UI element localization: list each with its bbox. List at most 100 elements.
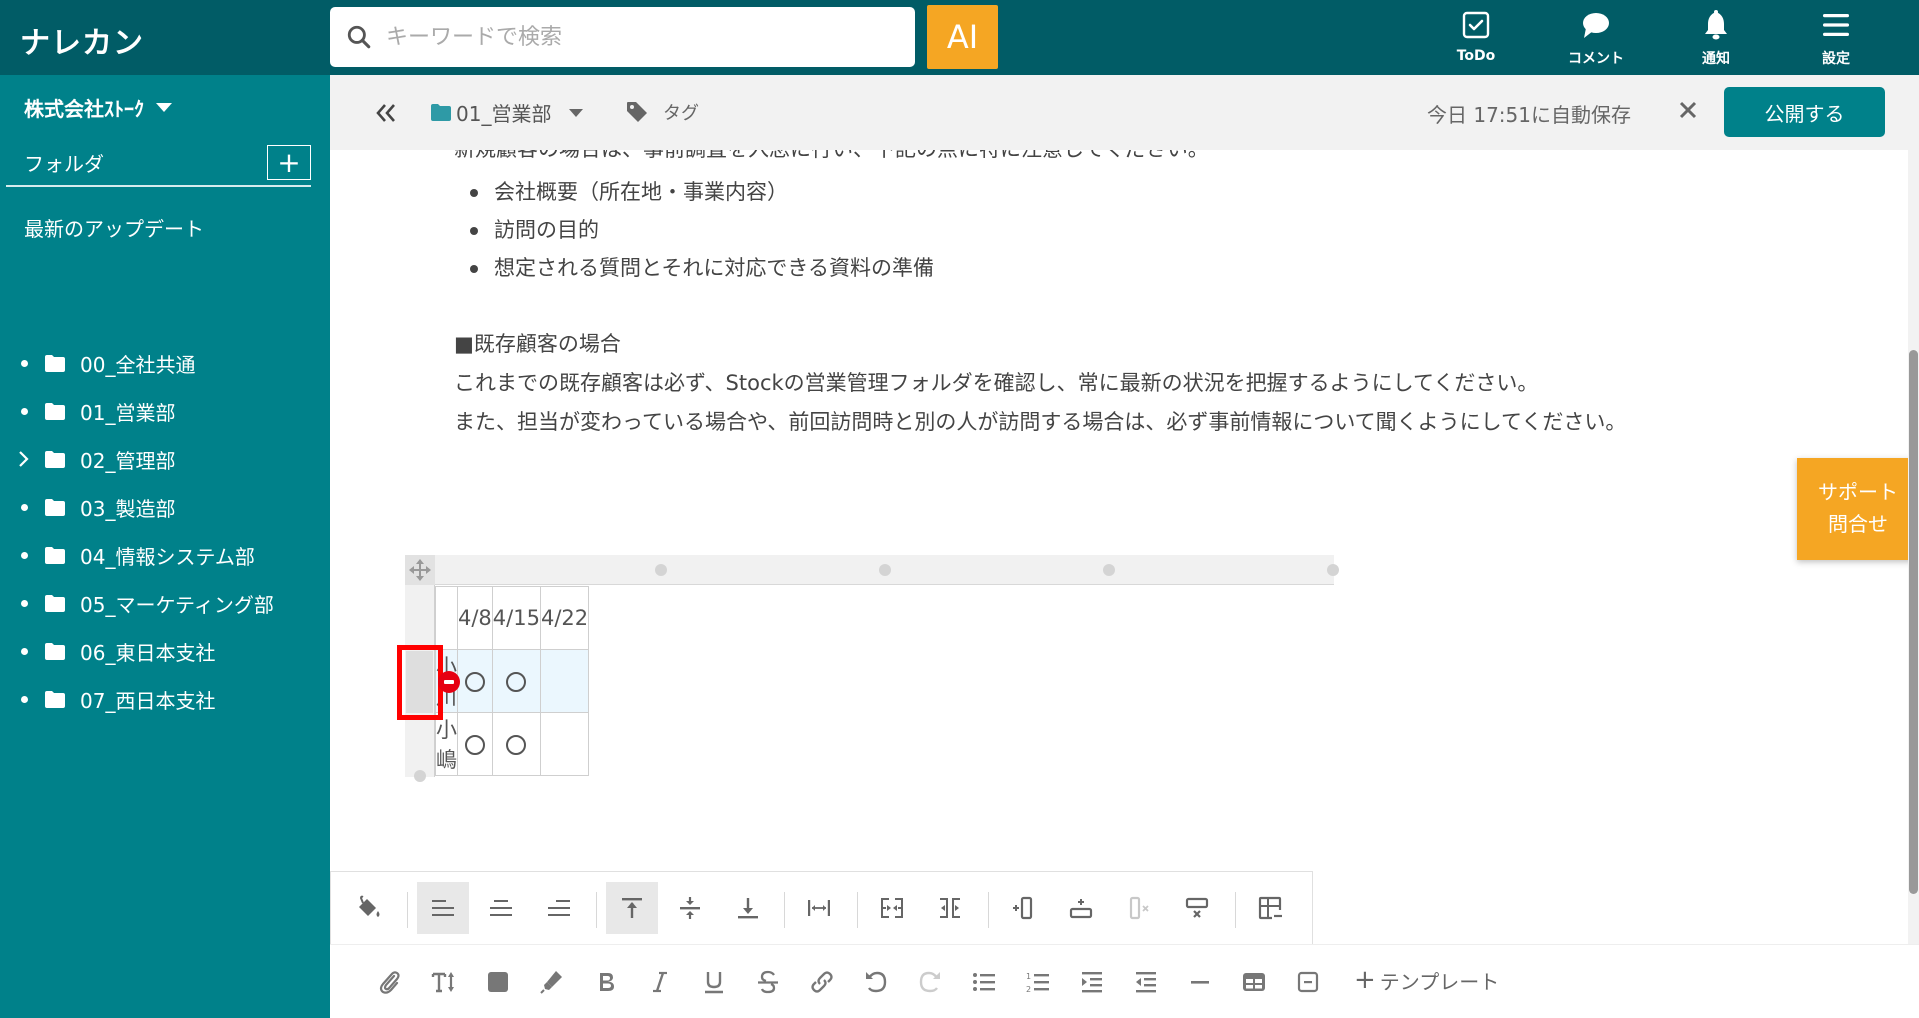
delete-table-button[interactable]	[1244, 882, 1296, 934]
settings-button[interactable]: 設定	[1786, 0, 1886, 75]
company-switcher[interactable]: 株式会社ｽﾄｰｸ	[24, 93, 172, 122]
chevron-right-icon[interactable]	[16, 449, 30, 469]
publish-button[interactable]: 公開する	[1724, 87, 1885, 137]
column-resize-handle[interactable]	[655, 564, 667, 576]
delete-column-button[interactable]	[1113, 882, 1165, 934]
column-width-button[interactable]	[793, 882, 845, 934]
todo-button[interactable]: ToDo	[1426, 0, 1526, 75]
table-cell[interactable]: 4/8	[457, 586, 493, 650]
bullet-icon	[21, 551, 28, 559]
table-toolbar	[330, 871, 1313, 944]
sidebar-folder-item[interactable]: 04_情報システム部	[0, 535, 330, 575]
table-cell[interactable]	[491, 712, 541, 776]
row-resize-handle[interactable]	[414, 770, 426, 782]
underline-button[interactable]	[699, 967, 729, 997]
delete-row-button[interactable]	[1171, 882, 1223, 934]
paperclip-icon	[379, 971, 400, 994]
numbered-list-button[interactable]: 12	[1023, 967, 1053, 997]
search-box[interactable]	[330, 7, 915, 67]
folder-name: 06_東日本支社	[80, 640, 216, 665]
folder-selector[interactable]: 01_営業部	[430, 98, 584, 127]
align-center-button[interactable]	[475, 882, 527, 934]
align-left-button[interactable]	[417, 882, 469, 934]
checkbox-icon	[1462, 11, 1490, 39]
italic-button[interactable]	[645, 967, 675, 997]
collapse-block-button[interactable]	[1293, 967, 1323, 997]
tag-button[interactable]: タグ	[625, 99, 699, 125]
bullet-list-icon	[973, 973, 995, 991]
undo-button[interactable]	[861, 967, 891, 997]
sidebar-folder-item[interactable]: 06_東日本支社	[0, 631, 330, 671]
double-chevron-left-icon[interactable]	[374, 101, 398, 125]
sidebar-folder-item[interactable]: 03_製造部	[0, 487, 330, 527]
close-icon[interactable]	[1675, 97, 1701, 123]
vertical-scrollbar[interactable]	[1908, 150, 1919, 944]
template-label: テンプレート	[1379, 969, 1500, 994]
table-cell[interactable]: 小嶋	[435, 712, 458, 776]
valign-bottom-button[interactable]	[722, 882, 774, 934]
table-cell[interactable]	[457, 649, 493, 713]
align-left-icon	[432, 900, 454, 916]
comment-button[interactable]: コメント	[1546, 0, 1646, 75]
link-button[interactable]	[807, 967, 837, 997]
indent-button[interactable]	[1077, 967, 1107, 997]
strikethrough-button[interactable]	[753, 967, 783, 997]
table-cell[interactable]	[491, 649, 541, 713]
bullet-list: 会社概要（所在地・事業内容） 訪問の目的 想定される質問とそれに対応できる資料の…	[454, 173, 934, 287]
redo-button[interactable]	[915, 967, 945, 997]
table-cell[interactable]	[539, 712, 590, 776]
split-cells-button[interactable]	[924, 882, 976, 934]
notification-button[interactable]: 通知	[1666, 0, 1766, 75]
support-contact-button[interactable]: サポート 問合せ	[1797, 458, 1919, 560]
cell-fill-color-button[interactable]	[343, 882, 395, 934]
attach-button[interactable]	[375, 967, 405, 997]
column-handle-bar[interactable]	[405, 555, 1334, 585]
column-resize-handle[interactable]	[1327, 564, 1339, 576]
italic-icon	[653, 971, 667, 993]
sidebar-folder-item[interactable]: 02_管理部	[0, 439, 330, 479]
ai-button[interactable]: AI	[927, 5, 998, 69]
delete-table-icon	[1258, 896, 1282, 920]
text-size-icon	[431, 972, 454, 993]
insert-column-button[interactable]	[997, 882, 1049, 934]
horizontal-rule-button[interactable]	[1185, 967, 1215, 997]
table-cell[interactable]	[539, 649, 590, 713]
strikethrough-icon	[758, 970, 778, 994]
recent-updates-link[interactable]: 最新のアップデート	[24, 213, 204, 242]
highlight-button[interactable]	[537, 967, 567, 997]
column-resize-handle[interactable]	[879, 564, 891, 576]
bold-button[interactable]	[591, 967, 621, 997]
scrollbar-thumb[interactable]	[1909, 350, 1918, 894]
column-resize-handle[interactable]	[1103, 564, 1115, 576]
sidebar-folder-item[interactable]: 05_マーケティング部	[0, 583, 330, 623]
sidebar-folder-item[interactable]: 01_営業部	[0, 391, 330, 431]
folder-breadcrumb: 01_営業部	[456, 102, 552, 126]
app-logo[interactable]: ナレカン	[20, 18, 144, 62]
search-input[interactable]	[386, 24, 886, 50]
merge-cells-button[interactable]	[866, 882, 918, 934]
text-color-button[interactable]	[483, 967, 513, 997]
valign-top-button[interactable]	[606, 882, 658, 934]
insert-table-button[interactable]	[1239, 967, 1269, 997]
outdent-button[interactable]	[1131, 967, 1161, 997]
valign-bottom-icon	[738, 898, 758, 919]
sidebar-folder-item[interactable]: 00_全社共通	[0, 343, 330, 383]
folder-name: 04_情報システム部	[80, 544, 255, 569]
folder-name: 02_管理部	[80, 448, 176, 473]
insert-row-button[interactable]	[1055, 882, 1107, 934]
table-cell[interactable]	[457, 712, 493, 776]
table-cell[interactable]: 4/15	[491, 586, 541, 650]
bullet-list-button[interactable]	[969, 967, 999, 997]
delete-row-icon[interactable]	[438, 671, 460, 693]
table-cell[interactable]	[435, 586, 458, 650]
existing-customer-section: ■既存顧客の場合 これまでの既存顧客は必ず、Stockの営業管理フォルダを確認し…	[454, 325, 1908, 442]
top-bar: ナレカン AI ToDo コメント 通知 設定	[0, 0, 1919, 75]
table-move-handle[interactable]	[405, 555, 435, 585]
font-size-button[interactable]	[429, 967, 459, 997]
valign-middle-button[interactable]	[664, 882, 716, 934]
add-folder-button[interactable]: +	[267, 145, 311, 180]
table-cell[interactable]: 4/22	[539, 586, 590, 650]
align-right-button[interactable]	[533, 882, 585, 934]
template-button[interactable]: + テンプレート	[1354, 965, 1499, 995]
sidebar-folder-item[interactable]: 07_西日本支社	[0, 679, 330, 719]
